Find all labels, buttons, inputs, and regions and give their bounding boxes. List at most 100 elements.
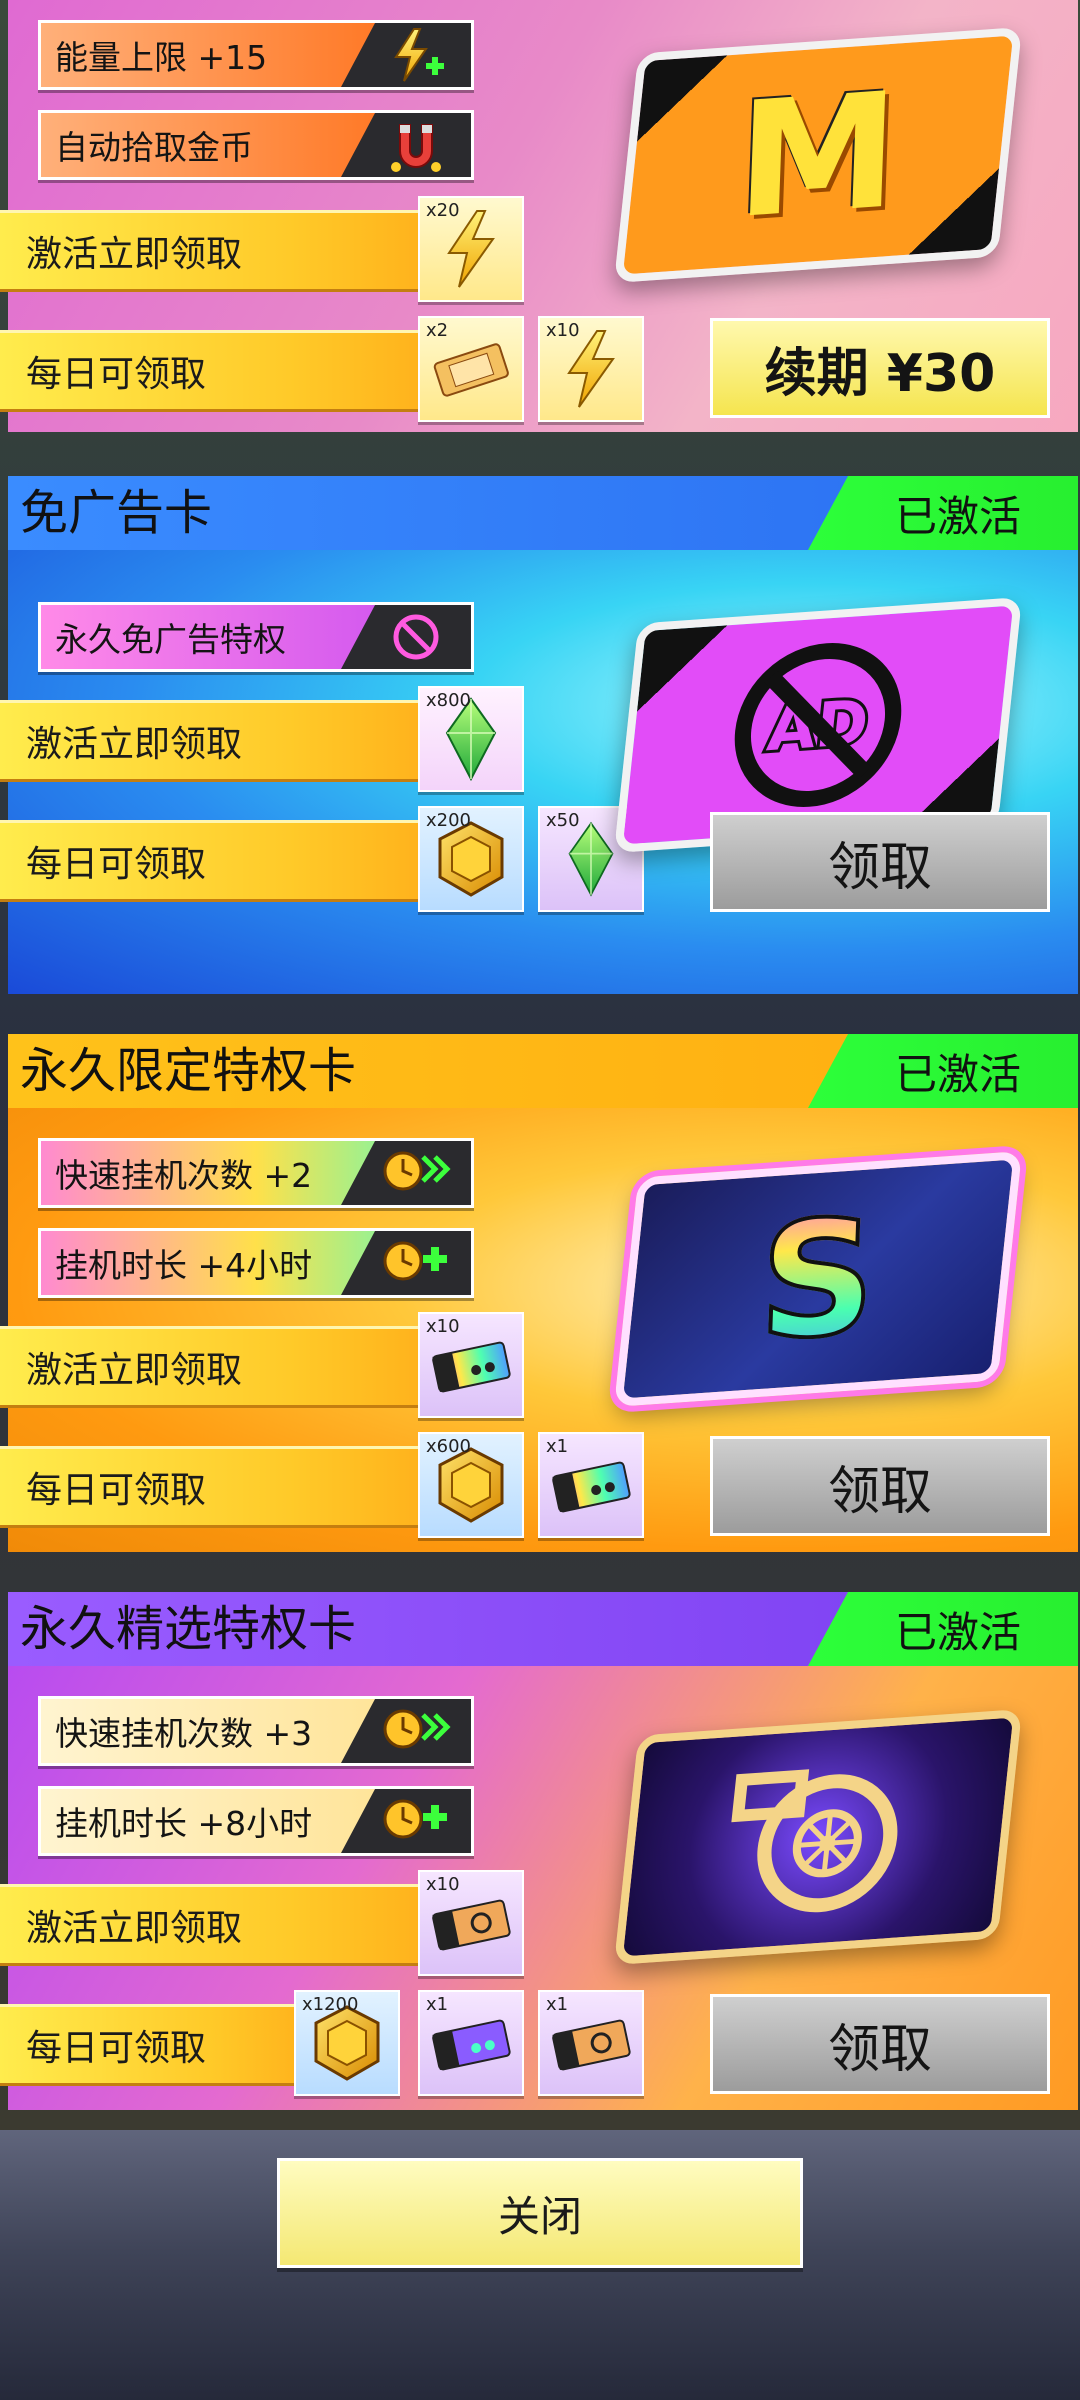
perk-no-ads: 永久免广告特权 — [38, 602, 474, 672]
gold-ticket-icon — [552, 2019, 631, 2071]
claim-button-label: 领取 — [827, 1461, 932, 1522]
renew-button[interactable]: 续期 ¥30 — [710, 318, 1050, 418]
perk-energy-cap: 能量上限 +15 — [38, 20, 474, 90]
perk-label: 挂机时长 +4小时 — [55, 1246, 313, 1285]
activate-reward-row: 激活立即领取 — [0, 210, 424, 292]
reward-qty: x1 — [546, 1436, 569, 1457]
no-ad-icon: AD — [734, 643, 902, 807]
perk-fast-idle: 快速挂机次数 +3 — [38, 1696, 474, 1766]
premium-card-body: 快速挂机次数 +3 挂机时长 +8小时 激活立即领取 x10 每日可领取 x12… — [0, 1666, 1078, 2110]
daily-label: 每日可领取 — [26, 2028, 207, 2069]
active-status-badge: 已激活 — [808, 476, 1078, 550]
card-art-letter: S — [754, 1180, 881, 1378]
activate-reward-row: 激活立即领取 — [0, 1884, 424, 1966]
daily-reward-row: 每日可领取 — [0, 1446, 424, 1528]
claim-button-label: 领取 — [827, 837, 932, 898]
reward-tile: x1 — [418, 1990, 524, 2096]
claim-button[interactable]: 领取 — [710, 1994, 1050, 2094]
fast-idle-icon — [341, 1141, 471, 1205]
card-art-letter: M — [734, 56, 902, 254]
reward-qty: x10 — [546, 320, 580, 341]
perk-label: 快速挂机次数 +2 — [55, 1156, 313, 1195]
reward-tile: x1200 — [294, 1990, 400, 2096]
close-button-label: 关闭 — [497, 2191, 582, 2241]
activate-label: 激活立即领取 — [26, 1350, 243, 1391]
reward-qty: x1 — [546, 1994, 569, 2015]
activate-label: 激活立即领取 — [26, 724, 243, 765]
reward-tile: x2 — [418, 316, 524, 422]
reward-tile: x600 — [418, 1432, 524, 1538]
no-ads-card-header: 免广告卡 已激活 — [8, 476, 1078, 550]
perk-label: 快速挂机次数 +3 — [55, 1714, 313, 1753]
perk-idle-duration: 挂机时长 +4小时 — [38, 1228, 474, 1298]
active-status-badge: 已激活 — [808, 1034, 1078, 1108]
limited-card-art: S — [613, 1151, 1023, 1407]
no-ads-card-body: 永久免广告特权 激活立即领取 x800 每日可领取 x200 x50 领取 — [0, 550, 1078, 994]
activate-reward-row: 激活立即领取 — [0, 1326, 424, 1408]
no-ad-icon — [341, 605, 471, 669]
green-gem-icon — [568, 821, 614, 897]
premium-card-header: 永久精选特权卡 已激活 — [8, 1592, 1078, 1666]
reward-tile: x800 — [418, 686, 524, 792]
limited-card-header: 永久限定特权卡 已激活 — [8, 1034, 1078, 1108]
close-button[interactable]: 关闭 — [277, 2158, 803, 2268]
limited-card: 永久限定特权卡 已激活 快速挂机次数 +2 挂机时长 +4小时 激活立即领取 x… — [0, 1034, 1080, 1552]
claim-button[interactable]: 领取 — [710, 812, 1050, 912]
reward-qty: x600 — [426, 1436, 472, 1457]
daily-reward-row: 每日可领取 — [0, 330, 424, 412]
reward-tile: x20 — [418, 196, 524, 302]
daily-label: 每日可领取 — [26, 354, 207, 395]
reward-qty: x10 — [426, 1316, 460, 1337]
idle-duration-icon — [341, 1789, 471, 1853]
no-ads-card: 免广告卡 已激活 永久免广告特权 激活立即领取 x800 每日可领取 x200 … — [0, 476, 1080, 994]
card-title: 永久精选特权卡 — [20, 1601, 357, 1657]
active-status-badge: 已激活 — [808, 1592, 1078, 1666]
daily-label: 每日可领取 — [26, 1470, 207, 1511]
reward-qty: x800 — [426, 690, 472, 711]
claim-button-label: 领取 — [827, 2019, 932, 2080]
daily-reward-row: 每日可领取 — [0, 2004, 306, 2086]
energy-plus-icon — [341, 23, 471, 87]
perk-auto-collect: 自动拾取金币 — [38, 110, 474, 180]
reward-qty: x50 — [546, 810, 580, 831]
perk-label: 能量上限 +15 — [55, 38, 268, 77]
reward-qty: x1200 — [302, 1994, 359, 2015]
idle-duration-icon — [341, 1231, 471, 1295]
renew-button-label: 续期 ¥30 — [764, 343, 996, 404]
gold-hex-coin-icon — [314, 2005, 380, 2081]
daily-label: 每日可领取 — [26, 844, 207, 885]
claim-button[interactable]: 领取 — [710, 1436, 1050, 1536]
card-title: 免广告卡 — [20, 485, 213, 541]
reward-tile: x200 — [418, 806, 524, 912]
status-label: 已激活 — [894, 1607, 1021, 1657]
gold-hex-coin-icon — [438, 821, 504, 897]
perk-label: 挂机时长 +8小时 — [55, 1804, 313, 1843]
fast-idle-icon — [341, 1699, 471, 1763]
monthly-card-art: M — [613, 27, 1023, 283]
reward-qty: x2 — [426, 320, 449, 341]
monthly-card: 能量上限 +15 自动拾取金币 激活立即领取 x20 每日可领取 x2 x10 … — [0, 0, 1080, 432]
turbo-icon — [731, 1769, 898, 1913]
rainbow-ticket-icon — [552, 1461, 631, 1513]
activate-label: 激活立即领取 — [26, 1908, 243, 1949]
reward-qty: x20 — [426, 200, 460, 221]
card-title: 永久限定特权卡 — [20, 1043, 357, 1099]
perk-idle-duration: 挂机时长 +8小时 — [38, 1786, 474, 1856]
status-label: 已激活 — [894, 491, 1021, 541]
energy-bolt-icon — [447, 210, 495, 288]
reward-tile: x10 — [418, 1312, 524, 1418]
speed-hunter-ticket-icon — [433, 343, 509, 397]
rainbow-ticket-icon — [432, 1341, 511, 1393]
activate-label: 激活立即领取 — [26, 234, 243, 275]
limited-card-body: 快速挂机次数 +2 挂机时长 +4小时 激活立即领取 x10 每日可领取 x60… — [0, 1108, 1078, 1552]
premium-card-art — [613, 1709, 1023, 1965]
activate-reward-row: 激活立即领取 — [0, 700, 424, 782]
energy-bolt-icon — [567, 330, 615, 408]
purple-ticket-icon — [432, 2019, 511, 2071]
reward-tile: x1 — [538, 1432, 644, 1538]
premium-card: 永久精选特权卡 已激活 快速挂机次数 +3 挂机时长 +8小时 激活立即领取 x… — [0, 1592, 1080, 2110]
reward-qty: x200 — [426, 810, 472, 831]
monthly-card-body: 能量上限 +15 自动拾取金币 激活立即领取 x20 每日可领取 x2 x10 … — [0, 0, 1078, 432]
gold-hex-coin-icon — [438, 1447, 504, 1523]
reward-qty: x1 — [426, 1994, 449, 2015]
